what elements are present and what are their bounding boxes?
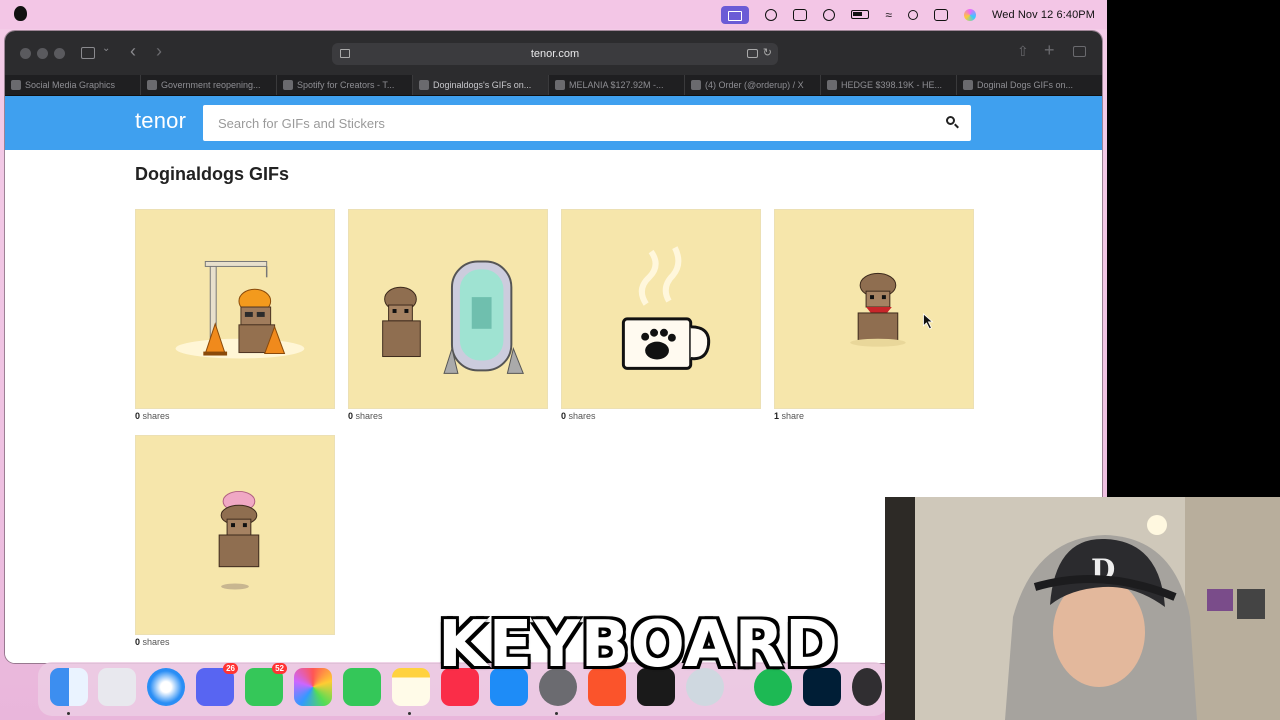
- tab-overview-icon[interactable]: [747, 49, 758, 58]
- page-menu-icon[interactable]: [340, 49, 350, 58]
- tab-label: Social Media Graphics: [25, 80, 116, 90]
- coffee-cup-gif[interactable]: [561, 209, 761, 409]
- browser-tab-active[interactable]: Doginaldogs's GIFs on...: [413, 75, 549, 95]
- sidebar-toggle-icon[interactable]: [81, 47, 95, 59]
- webcam-feed: D: [885, 497, 1280, 720]
- safari-icon[interactable]: [147, 668, 185, 706]
- share-icon[interactable]: ⇧: [1017, 43, 1029, 60]
- obs-icon[interactable]: [852, 668, 882, 706]
- video-caption: KEYBOARD: [438, 608, 840, 682]
- photos-icon[interactable]: [294, 668, 332, 706]
- running-indicator: [67, 712, 70, 715]
- brain-dog-gif[interactable]: [135, 435, 335, 635]
- menu-bar: ≈ Wed Nov 12 6:40PM: [0, 0, 1107, 29]
- browser-tab[interactable]: (4) Order (@orderup) / X: [685, 75, 821, 95]
- facetime-icon[interactable]: [343, 668, 381, 706]
- browser-tab[interactable]: Government reopening...: [141, 75, 277, 95]
- address-bar[interactable]: tenor.com ↻: [332, 43, 778, 65]
- gif-card[interactable]: 0 shares: [348, 209, 548, 421]
- tab-label: Spotify for Creators - T...: [297, 80, 395, 90]
- share-count: 0 shares: [348, 411, 383, 421]
- search-icon[interactable]: [945, 115, 961, 131]
- gif-card[interactable]: 0 shares: [135, 209, 335, 421]
- apple-logo-icon[interactable]: [14, 6, 27, 21]
- creative-cloud-icon[interactable]: [765, 8, 778, 21]
- search-input[interactable]: [203, 105, 923, 141]
- gif-card[interactable]: 0 shares: [135, 435, 335, 647]
- running-indicator: [408, 712, 411, 715]
- launchpad-icon[interactable]: [98, 668, 136, 706]
- tab-label: HEDGE $398.19K - HE...: [841, 80, 943, 90]
- search-bar: [203, 105, 971, 141]
- browser-tab[interactable]: Social Media Graphics: [5, 75, 141, 95]
- favicon-icon: [11, 80, 21, 90]
- chevron-down-icon[interactable]: ⌄: [102, 43, 110, 54]
- discord-icon[interactable]: 26: [196, 663, 238, 706]
- back-button[interactable]: ‹: [130, 41, 136, 62]
- window-minimize-button[interactable]: [37, 48, 48, 59]
- tab-label: Doginal Dogs GIFs on...: [977, 80, 1074, 90]
- tenor-logo[interactable]: tenor: [135, 108, 186, 134]
- favicon-icon: [283, 80, 293, 90]
- gif-card[interactable]: 1 share: [774, 209, 974, 421]
- bandana-dog-gif[interactable]: [774, 209, 974, 409]
- display-icon[interactable]: [793, 8, 808, 21]
- webcam-overlay: D: [885, 497, 1280, 720]
- address-text: tenor.com: [530, 48, 580, 60]
- favicon-icon: [691, 80, 701, 90]
- spotlight-search-icon[interactable]: [908, 9, 918, 20]
- share-count: 0 shares: [135, 637, 170, 647]
- favicon-icon: [827, 80, 837, 90]
- browser-tab[interactable]: Doginal Dogs GIFs on...: [957, 75, 1100, 95]
- messages-icon[interactable]: 52: [245, 663, 287, 706]
- play-icon[interactable]: [823, 8, 836, 21]
- tab-label: Government reopening...: [161, 80, 261, 90]
- browser-tab[interactable]: Spotify for Creators - T...: [277, 75, 413, 95]
- page-title: Doginaldogs GIFs: [135, 164, 290, 184]
- favicon-icon: [963, 80, 973, 90]
- finder-icon[interactable]: [50, 668, 88, 706]
- tenor-header: tenor: [5, 96, 1102, 150]
- running-indicator: [555, 712, 558, 715]
- mirror-dog-gif[interactable]: [348, 209, 548, 409]
- battery-icon[interactable]: [851, 10, 870, 19]
- notes-icon[interactable]: [392, 668, 430, 706]
- tab-label: MELANIA $127.92M -...: [569, 80, 664, 90]
- siri-icon[interactable]: [964, 8, 976, 21]
- favicon-icon: [419, 80, 429, 90]
- screen-mirroring-icon[interactable]: [721, 5, 750, 24]
- wifi-icon[interactable]: ≈: [885, 8, 892, 22]
- window-zoom-button[interactable]: [54, 48, 65, 59]
- browser-tab[interactable]: MELANIA $127.92M -...: [549, 75, 685, 95]
- forward-button[interactable]: ›: [156, 41, 162, 62]
- show-all-tabs-icon[interactable]: [1073, 46, 1086, 57]
- tab-label: Doginaldogs's GIFs on...: [433, 80, 532, 90]
- messages-badge: 52: [272, 663, 287, 674]
- favicon-icon: [147, 80, 157, 90]
- share-count: 0 shares: [561, 411, 596, 421]
- browser-toolbar: ⌄ ‹ › tenor.com ↻ ⇧ +: [5, 31, 1102, 75]
- tab-bar: Social Media Graphics Government reopeni…: [5, 75, 1102, 96]
- tab-label: (4) Order (@orderup) / X: [705, 80, 804, 90]
- new-tab-button[interactable]: +: [1044, 40, 1055, 61]
- gif-card[interactable]: 0 shares: [561, 209, 761, 421]
- menu-bar-clock[interactable]: Wed Nov 12 6:40PM: [992, 9, 1095, 21]
- share-count: 0 shares: [135, 411, 170, 421]
- share-count: 1 share: [774, 411, 805, 421]
- reload-icon[interactable]: ↻: [763, 46, 772, 59]
- discord-badge: 26: [223, 663, 238, 674]
- window-close-button[interactable]: [20, 48, 31, 59]
- favicon-icon: [555, 80, 565, 90]
- construction-dog-gif[interactable]: [135, 209, 335, 409]
- control-center-icon[interactable]: [934, 8, 948, 21]
- browser-tab[interactable]: HEDGE $398.19K - HE...: [821, 75, 957, 95]
